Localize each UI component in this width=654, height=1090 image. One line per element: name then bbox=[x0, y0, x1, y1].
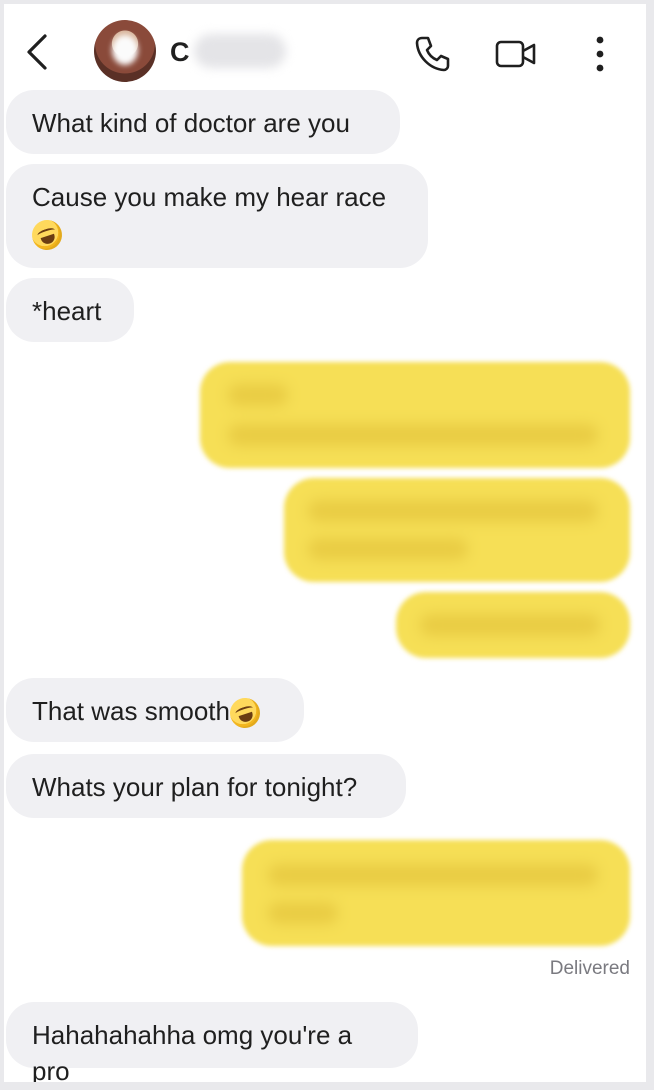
back-button[interactable] bbox=[20, 30, 52, 74]
rolling-on-floor-laughing-emoji bbox=[226, 694, 264, 733]
incoming-message[interactable]: Hahahahahha omg you're a pro bbox=[6, 1002, 418, 1082]
avatar[interactable] bbox=[94, 20, 156, 82]
video-camera-icon bbox=[495, 40, 536, 68]
chevron-left-icon bbox=[27, 34, 47, 70]
phone-icon bbox=[415, 36, 450, 72]
chat-header: C bbox=[4, 4, 646, 96]
incoming-message[interactable]: What kind of doctor are you bbox=[6, 90, 400, 154]
redacted-text bbox=[268, 864, 598, 886]
redacted-text bbox=[228, 384, 288, 406]
redacted-text bbox=[268, 902, 338, 924]
delivered-status: Delivered bbox=[549, 958, 630, 979]
outgoing-message-redacted[interactable] bbox=[200, 362, 630, 468]
chat-screen: C What kind of doctor are you Cause you … bbox=[4, 4, 646, 1082]
redacted-text bbox=[308, 538, 468, 560]
rolling-on-floor-laughing-emoji bbox=[28, 216, 66, 255]
video-call-button[interactable] bbox=[494, 32, 538, 76]
message-text: *heart bbox=[32, 296, 102, 326]
outgoing-message-redacted[interactable] bbox=[242, 840, 630, 946]
more-options-button[interactable] bbox=[578, 32, 622, 76]
avatar-face-blur bbox=[112, 35, 138, 65]
contact-name[interactable]: C bbox=[170, 37, 190, 68]
incoming-message[interactable]: *heart bbox=[6, 278, 134, 342]
incoming-message[interactable]: Whats your plan for tonight? bbox=[6, 754, 406, 818]
contact-name-redaction bbox=[194, 34, 286, 68]
message-text: Whats your plan for tonight? bbox=[32, 772, 358, 802]
outgoing-message-redacted[interactable] bbox=[396, 592, 630, 658]
message-text: That was smooth bbox=[32, 696, 230, 726]
outgoing-message-redacted[interactable] bbox=[284, 478, 630, 582]
redacted-text bbox=[228, 424, 598, 446]
more-vertical-icon bbox=[596, 36, 604, 72]
message-text: Cause you make my hear race bbox=[32, 182, 387, 212]
incoming-message[interactable]: Cause you make my hear race bbox=[6, 164, 428, 268]
redacted-text bbox=[308, 500, 598, 522]
redacted-text bbox=[420, 614, 600, 636]
message-text: Hahahahahha omg you're a pro bbox=[32, 1020, 353, 1082]
incoming-message[interactable]: That was smooth bbox=[6, 678, 304, 742]
call-button[interactable] bbox=[410, 32, 454, 76]
message-text: What kind of doctor are you bbox=[32, 108, 350, 138]
